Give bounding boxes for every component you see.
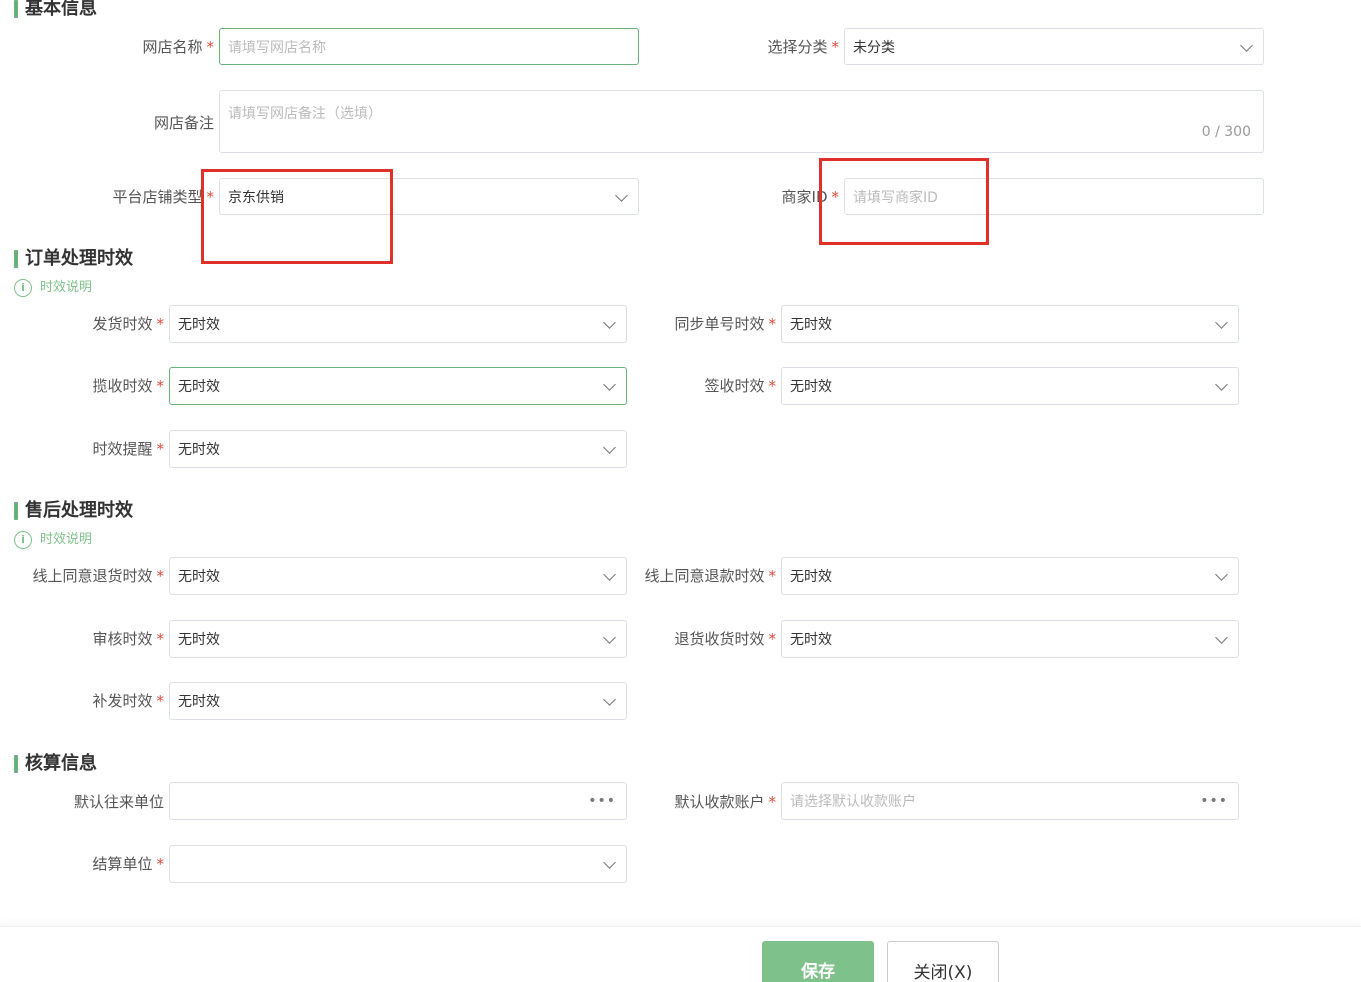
reissue-label: 补发时效 * [92,692,165,710]
chevron-down-icon [1239,40,1253,54]
return-receive-value: 无时效 [790,632,832,648]
remind-value: 无时效 [178,442,220,458]
category-label: 选择分类 * [767,38,840,56]
help-text: 时效说明 [40,532,93,547]
required-mark: * [768,630,777,648]
chevron-down-icon [1214,379,1228,393]
remark-placeholder: 请填写网店备注（选填） [228,106,382,122]
return-receive-label: 退货收货时效 * [674,630,777,648]
settle-unit-select[interactable] [169,845,627,883]
return-receive-select[interactable]: 无时效 [781,620,1239,658]
category-select[interactable]: 未分类 [844,28,1264,65]
shop-name-placeholder: 请填写网店名称 [228,39,326,56]
shop-name-label: 网店名称 * [142,38,215,56]
chevron-down-icon [1214,317,1228,331]
chevron-down-icon [602,442,616,456]
agree-return-value: 无时效 [178,569,220,585]
platform-type-label: 平台店铺类型 * [112,188,214,206]
required-mark: * [156,692,165,710]
footer-bar [0,926,1361,982]
chevron-down-icon [614,190,628,204]
required-mark: * [831,38,840,56]
audit-label: 审核时效 * [92,630,165,648]
required-mark: * [768,793,777,811]
default-account-placeholder: 请选择默认收款账户 [790,794,916,810]
shop-name-input[interactable]: 请填写网店名称 [219,28,639,65]
chevron-down-icon [1214,569,1228,583]
pickup-label: 揽收时效 * [92,377,165,395]
sync-no-value: 无时效 [790,317,832,333]
chevron-down-icon [602,632,616,646]
section-title-accounting: 核算信息 [14,753,97,775]
agree-refund-select[interactable]: 无时效 [781,557,1239,595]
chevron-down-icon [602,569,616,583]
aftersale-help-link[interactable]: i 时效说明 [14,531,92,549]
remark-label: 网店备注 [153,114,214,132]
audit-value: 无时效 [178,632,220,648]
section-title-aftersale: 售后处理时效 [14,500,133,522]
audit-select[interactable]: 无时效 [169,620,627,658]
agree-refund-label: 线上同意退款时效 * [644,567,777,585]
category-value: 未分类 [853,39,895,56]
remark-char-count: 0 / 300 [1201,124,1251,140]
sign-select[interactable]: 无时效 [781,367,1239,405]
chevron-down-icon [1214,632,1228,646]
default-account-picker[interactable]: 请选择默认收款账户 ••• [781,782,1239,820]
sign-label: 签收时效 * [704,377,777,395]
required-mark: * [156,315,165,333]
help-text: 时效说明 [40,280,93,295]
section-title-order: 订单处理时效 [14,248,133,270]
chevron-down-icon [602,379,616,393]
order-help-link[interactable]: i 时效说明 [14,279,92,297]
chevron-down-icon [602,317,616,331]
required-mark: * [156,440,165,458]
pickup-value: 无时效 [178,379,220,395]
sync-no-select[interactable]: 无时效 [781,305,1239,343]
highlight-box-merchant-id [819,158,989,245]
remark-textarea[interactable]: 请填写网店备注（选填） 0 / 300 [219,90,1264,153]
sign-value: 无时效 [790,379,832,395]
agree-return-label: 线上同意退货时效 * [32,567,165,585]
reissue-value: 无时效 [178,694,220,710]
required-mark: * [768,377,777,395]
section-title-basic: 基本信息 [14,0,97,20]
default-account-label: 默认收款账户 * [674,793,777,811]
chevron-down-icon [602,694,616,708]
chevron-down-icon [602,857,616,871]
close-button[interactable]: 关闭(X) [887,941,999,982]
remind-select[interactable]: 无时效 [169,430,627,468]
required-mark: * [156,567,165,585]
settle-unit-label: 结算单位 * [92,855,165,873]
ship-label: 发货时效 * [92,315,165,333]
ship-value: 无时效 [178,317,220,333]
reissue-select[interactable]: 无时效 [169,682,627,720]
info-circle-icon: i [14,279,32,297]
default-partner-label: 默认往来单位 [73,793,164,811]
remind-label: 时效提醒 * [92,440,165,458]
required-mark: * [156,630,165,648]
ship-select[interactable]: 无时效 [169,305,627,343]
more-dots-icon[interactable]: ••• [588,793,616,809]
pickup-select[interactable]: 无时效 [169,367,627,405]
default-partner-picker[interactable]: ••• [169,782,627,820]
sync-no-label: 同步单号时效 * [674,315,777,333]
info-circle-icon: i [14,531,32,549]
agree-refund-value: 无时效 [790,569,832,585]
save-button[interactable]: 保存 [762,941,874,982]
more-dots-icon[interactable]: ••• [1200,793,1228,809]
required-mark: * [156,855,165,873]
required-mark: * [206,38,215,56]
highlight-box-platform-type [201,169,393,264]
agree-return-select[interactable]: 无时效 [169,557,627,595]
required-mark: * [156,377,165,395]
required-mark: * [768,567,777,585]
required-mark: * [768,315,777,333]
